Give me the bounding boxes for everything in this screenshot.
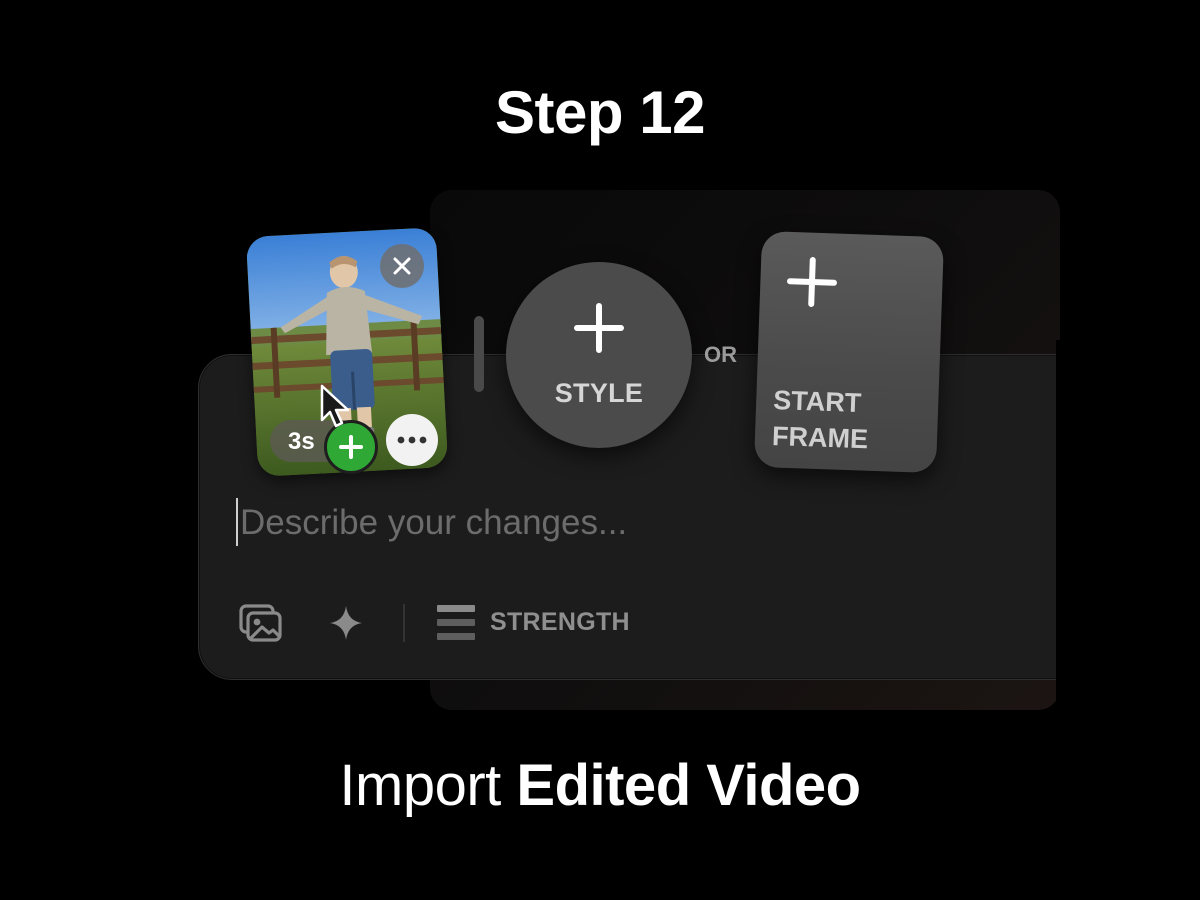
strength-button[interactable] [436, 604, 476, 642]
add-icon [339, 435, 363, 459]
caption-emphasis: Edited Video [516, 753, 861, 818]
image-gallery-button[interactable] [238, 602, 284, 644]
gallery-icon [239, 604, 282, 642]
caption: Import Edited Video [0, 752, 1200, 819]
or-label: OR [704, 342, 737, 367]
sparkle-icon [330, 606, 362, 640]
start-frame-label: START FRAME [771, 382, 923, 459]
enhance-prompt-button[interactable] [328, 604, 364, 642]
remove-video-button[interactable] [380, 244, 424, 288]
strength-label[interactable]: STRENGTH [490, 608, 630, 637]
caption-prefix: Import [339, 753, 501, 818]
add-icon [574, 303, 624, 353]
strength-icon [437, 605, 475, 640]
style-label: STYLE [554, 378, 644, 408]
text-caret [236, 498, 238, 546]
cursor-icon [320, 384, 350, 428]
start-frame-label-line2: FRAME [771, 420, 869, 455]
add-style-button[interactable] [506, 262, 692, 448]
start-frame-label-line1: START [772, 384, 862, 419]
card-separator [474, 316, 484, 392]
composer-edge-mask [1056, 340, 1200, 720]
add-icon [787, 257, 837, 307]
more-options-button[interactable] [386, 414, 438, 466]
more-icon [397, 436, 427, 444]
duration-text: 3s [288, 428, 315, 455]
close-icon [393, 257, 411, 275]
step-title: Step 12 [495, 79, 705, 146]
prompt-input[interactable] [240, 500, 940, 546]
toolbar-divider [403, 604, 405, 642]
